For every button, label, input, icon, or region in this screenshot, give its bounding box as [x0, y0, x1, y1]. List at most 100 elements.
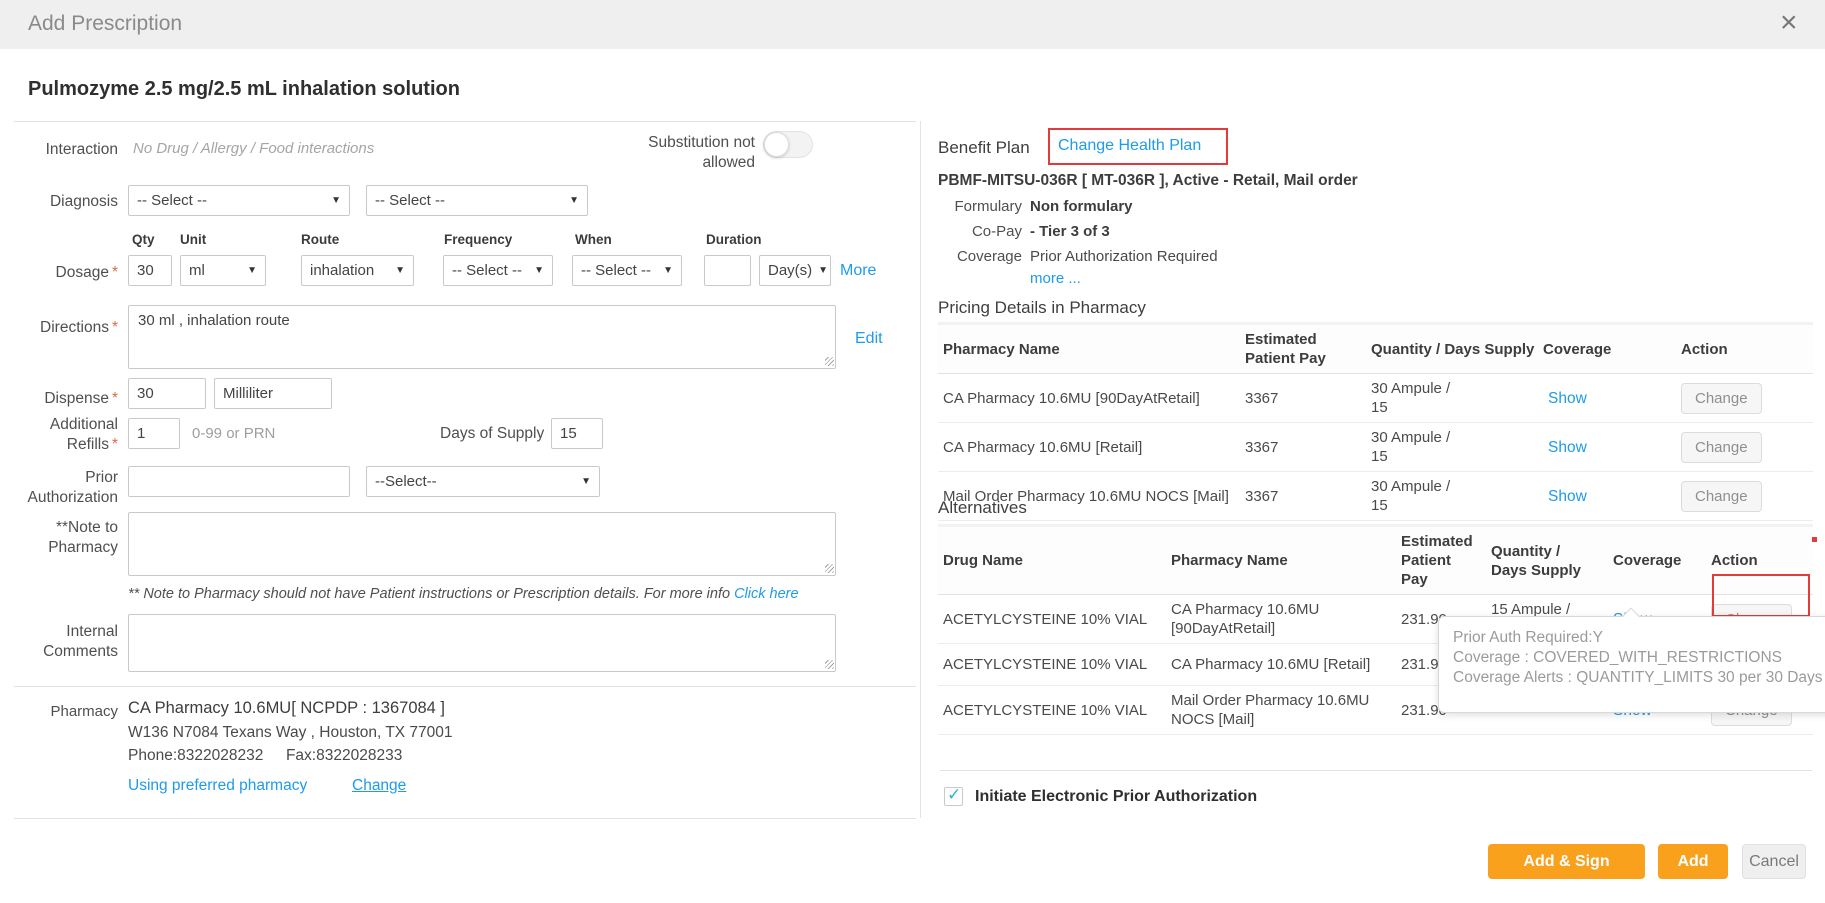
tooltip-line-2: Coverage : COVERED_WITH_RESTRICTIONS [1453, 648, 1823, 668]
more-link[interactable]: More [840, 262, 876, 280]
coverage-show-link[interactable]: Show [1548, 439, 1587, 456]
check-icon: ✓ [947, 785, 961, 805]
coverage-show-link[interactable]: Show [1548, 390, 1587, 407]
add-and-sign-button[interactable]: Add & Sign [1488, 844, 1645, 879]
dosage-col-when: When [575, 232, 612, 247]
patient-pay-cell: 3367 [1240, 384, 1366, 413]
dosage-route-value: inhalation [310, 262, 374, 279]
refills-hint: 0-99 or PRN [192, 425, 275, 442]
diagnosis-select-1-value: -- Select -- [137, 192, 207, 209]
add-prescription-modal: Add Prescription × Pulmozyme 2.5 mg/2.5 … [0, 0, 1825, 903]
divider [14, 121, 916, 122]
pricing-heading: Pricing Details in Pharmacy [938, 298, 1146, 318]
additional-refills-input[interactable] [128, 418, 180, 449]
dosage-label: Dosage* [8, 263, 118, 283]
dosage-frequency-value: -- Select -- [452, 262, 522, 279]
divider [14, 818, 916, 819]
pharmacy-change-link[interactable]: Change [352, 777, 406, 795]
pricing-row-1: CA Pharmacy 10.6MU [90DayAtRetail] 3367 … [938, 374, 1813, 423]
dosage-col-unit: Unit [180, 232, 206, 247]
change-health-plan-link[interactable]: Change Health Plan [1058, 137, 1201, 155]
toggle-knob-icon [764, 132, 789, 157]
formulary-label: Formulary [938, 198, 1022, 215]
dosage-when-select[interactable]: -- Select -- ▼ [572, 255, 682, 286]
plan-name: PBMF-MITSU-036R [ MT-036R ], Active - Re… [938, 172, 1358, 190]
change-pharmacy-button[interactable]: Change [1681, 432, 1762, 463]
drug-name-cell: ACETYLCYSTEINE 10% VIAL [938, 605, 1166, 634]
dispense-label: Dispense* [8, 389, 118, 409]
pricing-row-2: CA Pharmacy 10.6MU [Retail] 3367 30 Ampu… [938, 423, 1813, 472]
additional-refills-label: Additional Refills* [8, 415, 118, 455]
days-of-supply-label: Days of Supply [440, 425, 544, 443]
more-details-link[interactable]: more ... [1030, 270, 1081, 287]
dosage-unit-select[interactable]: ml ▼ [180, 255, 266, 286]
pricing-header-coverage: Coverage [1538, 335, 1676, 364]
prior-auth-select[interactable]: --Select-- ▼ [366, 466, 600, 497]
divider [14, 686, 916, 687]
dosage-duration-input[interactable] [704, 255, 751, 286]
pharmacy-phone: Phone:8322028232 [128, 747, 263, 764]
coverage-show-link[interactable]: Show [1548, 488, 1587, 505]
dispense-unit-input[interactable] [214, 378, 332, 409]
alternatives-heading: Alternatives [938, 498, 1027, 518]
prior-auth-input[interactable] [128, 466, 350, 497]
patient-pay-cell: 3367 [1240, 433, 1366, 462]
tooltip-line-1: Prior Auth Required:Y [1453, 628, 1823, 648]
diagnosis-select-2-value: -- Select -- [375, 192, 445, 209]
close-icon[interactable]: × [1780, 6, 1798, 40]
alt-header-pharmacy: Pharmacy Name [1166, 546, 1396, 575]
epa-checkbox[interactable]: ✓ [944, 787, 963, 806]
pharmacy-address: W136 N7084 Texans Way , Houston, TX 7700… [128, 724, 453, 742]
cancel-button[interactable]: Cancel [1742, 844, 1806, 879]
dosage-col-frequency: Frequency [444, 232, 512, 247]
substitution-toggle[interactable] [763, 131, 813, 158]
interaction-value: No Drug / Allergy / Food interactions [133, 140, 374, 157]
caret-down-icon: ▼ [534, 265, 544, 276]
substitution-label: Substitution not allowed [630, 133, 755, 173]
pricing-header-row: Pharmacy Name Estimated Patient Pay Quan… [938, 322, 1813, 374]
panel-divider [920, 121, 921, 818]
resize-grip-icon[interactable] [825, 564, 834, 573]
resize-grip-icon[interactable] [825, 660, 834, 669]
coverage-label: Coverage [938, 248, 1022, 265]
pricing-table: Pharmacy Name Estimated Patient Pay Quan… [938, 322, 1813, 521]
add-button[interactable]: Add [1658, 844, 1728, 879]
dosage-route-select[interactable]: inhalation ▼ [301, 255, 414, 286]
caret-down-icon: ▼ [331, 195, 341, 206]
modal-title: Add Prescription [28, 12, 182, 36]
drug-name-cell: ACETYLCYSTEINE 10% VIAL [938, 650, 1166, 679]
prior-auth-select-value: --Select-- [375, 473, 437, 490]
pharmacy-label: Pharmacy [8, 702, 118, 722]
pricing-header-action: Action [1676, 335, 1813, 364]
internal-comments-textarea[interactable] [128, 614, 836, 672]
dosage-unit-value: ml [189, 262, 205, 279]
dosage-qty-input[interactable] [128, 255, 172, 286]
directions-textarea[interactable]: 30 ml , inhalation route [128, 305, 836, 369]
copay-value: - Tier 3 of 3 [1030, 223, 1110, 240]
prior-auth-label: Prior Authorization [8, 468, 118, 508]
caret-down-icon: ▼ [395, 265, 405, 276]
alt-header-qty: Quantity / Days Supply [1486, 537, 1608, 585]
change-pharmacy-button[interactable]: Change [1681, 383, 1762, 414]
coverage-value: Prior Authorization Required [1030, 248, 1218, 265]
diagnosis-select-2[interactable]: -- Select -- ▼ [366, 185, 588, 216]
resize-grip-icon[interactable] [825, 357, 834, 366]
pricing-header-pharmacy: Pharmacy Name [938, 335, 1240, 364]
change-pharmacy-button[interactable]: Change [1681, 481, 1762, 512]
pharmacy-name-cell: CA Pharmacy 10.6MU [90DayAtRetail] [1166, 595, 1396, 643]
dosage-frequency-select[interactable]: -- Select -- ▼ [443, 255, 553, 286]
dispense-qty-input[interactable] [128, 378, 206, 409]
note-to-pharmacy-textarea[interactable] [128, 512, 836, 576]
preferred-pharmacy-link[interactable]: Using preferred pharmacy [128, 777, 307, 795]
directions-edit-link[interactable]: Edit [855, 330, 883, 348]
diagnosis-select-1[interactable]: -- Select -- ▼ [128, 185, 350, 216]
formulary-value: Non formulary [1030, 198, 1133, 215]
copay-label: Co-Pay [938, 223, 1022, 240]
caret-down-icon: ▼ [818, 265, 828, 276]
dosage-duration-unit-value: Day(s) [768, 262, 812, 279]
drug-name-cell: ACETYLCYSTEINE 10% VIAL [938, 696, 1166, 725]
click-here-link[interactable]: Click here [734, 586, 798, 602]
days-of-supply-input[interactable] [551, 418, 603, 449]
pricing-header-pay: Estimated Patient Pay [1240, 325, 1366, 373]
dosage-duration-unit-select[interactable]: Day(s) ▼ [759, 255, 831, 286]
